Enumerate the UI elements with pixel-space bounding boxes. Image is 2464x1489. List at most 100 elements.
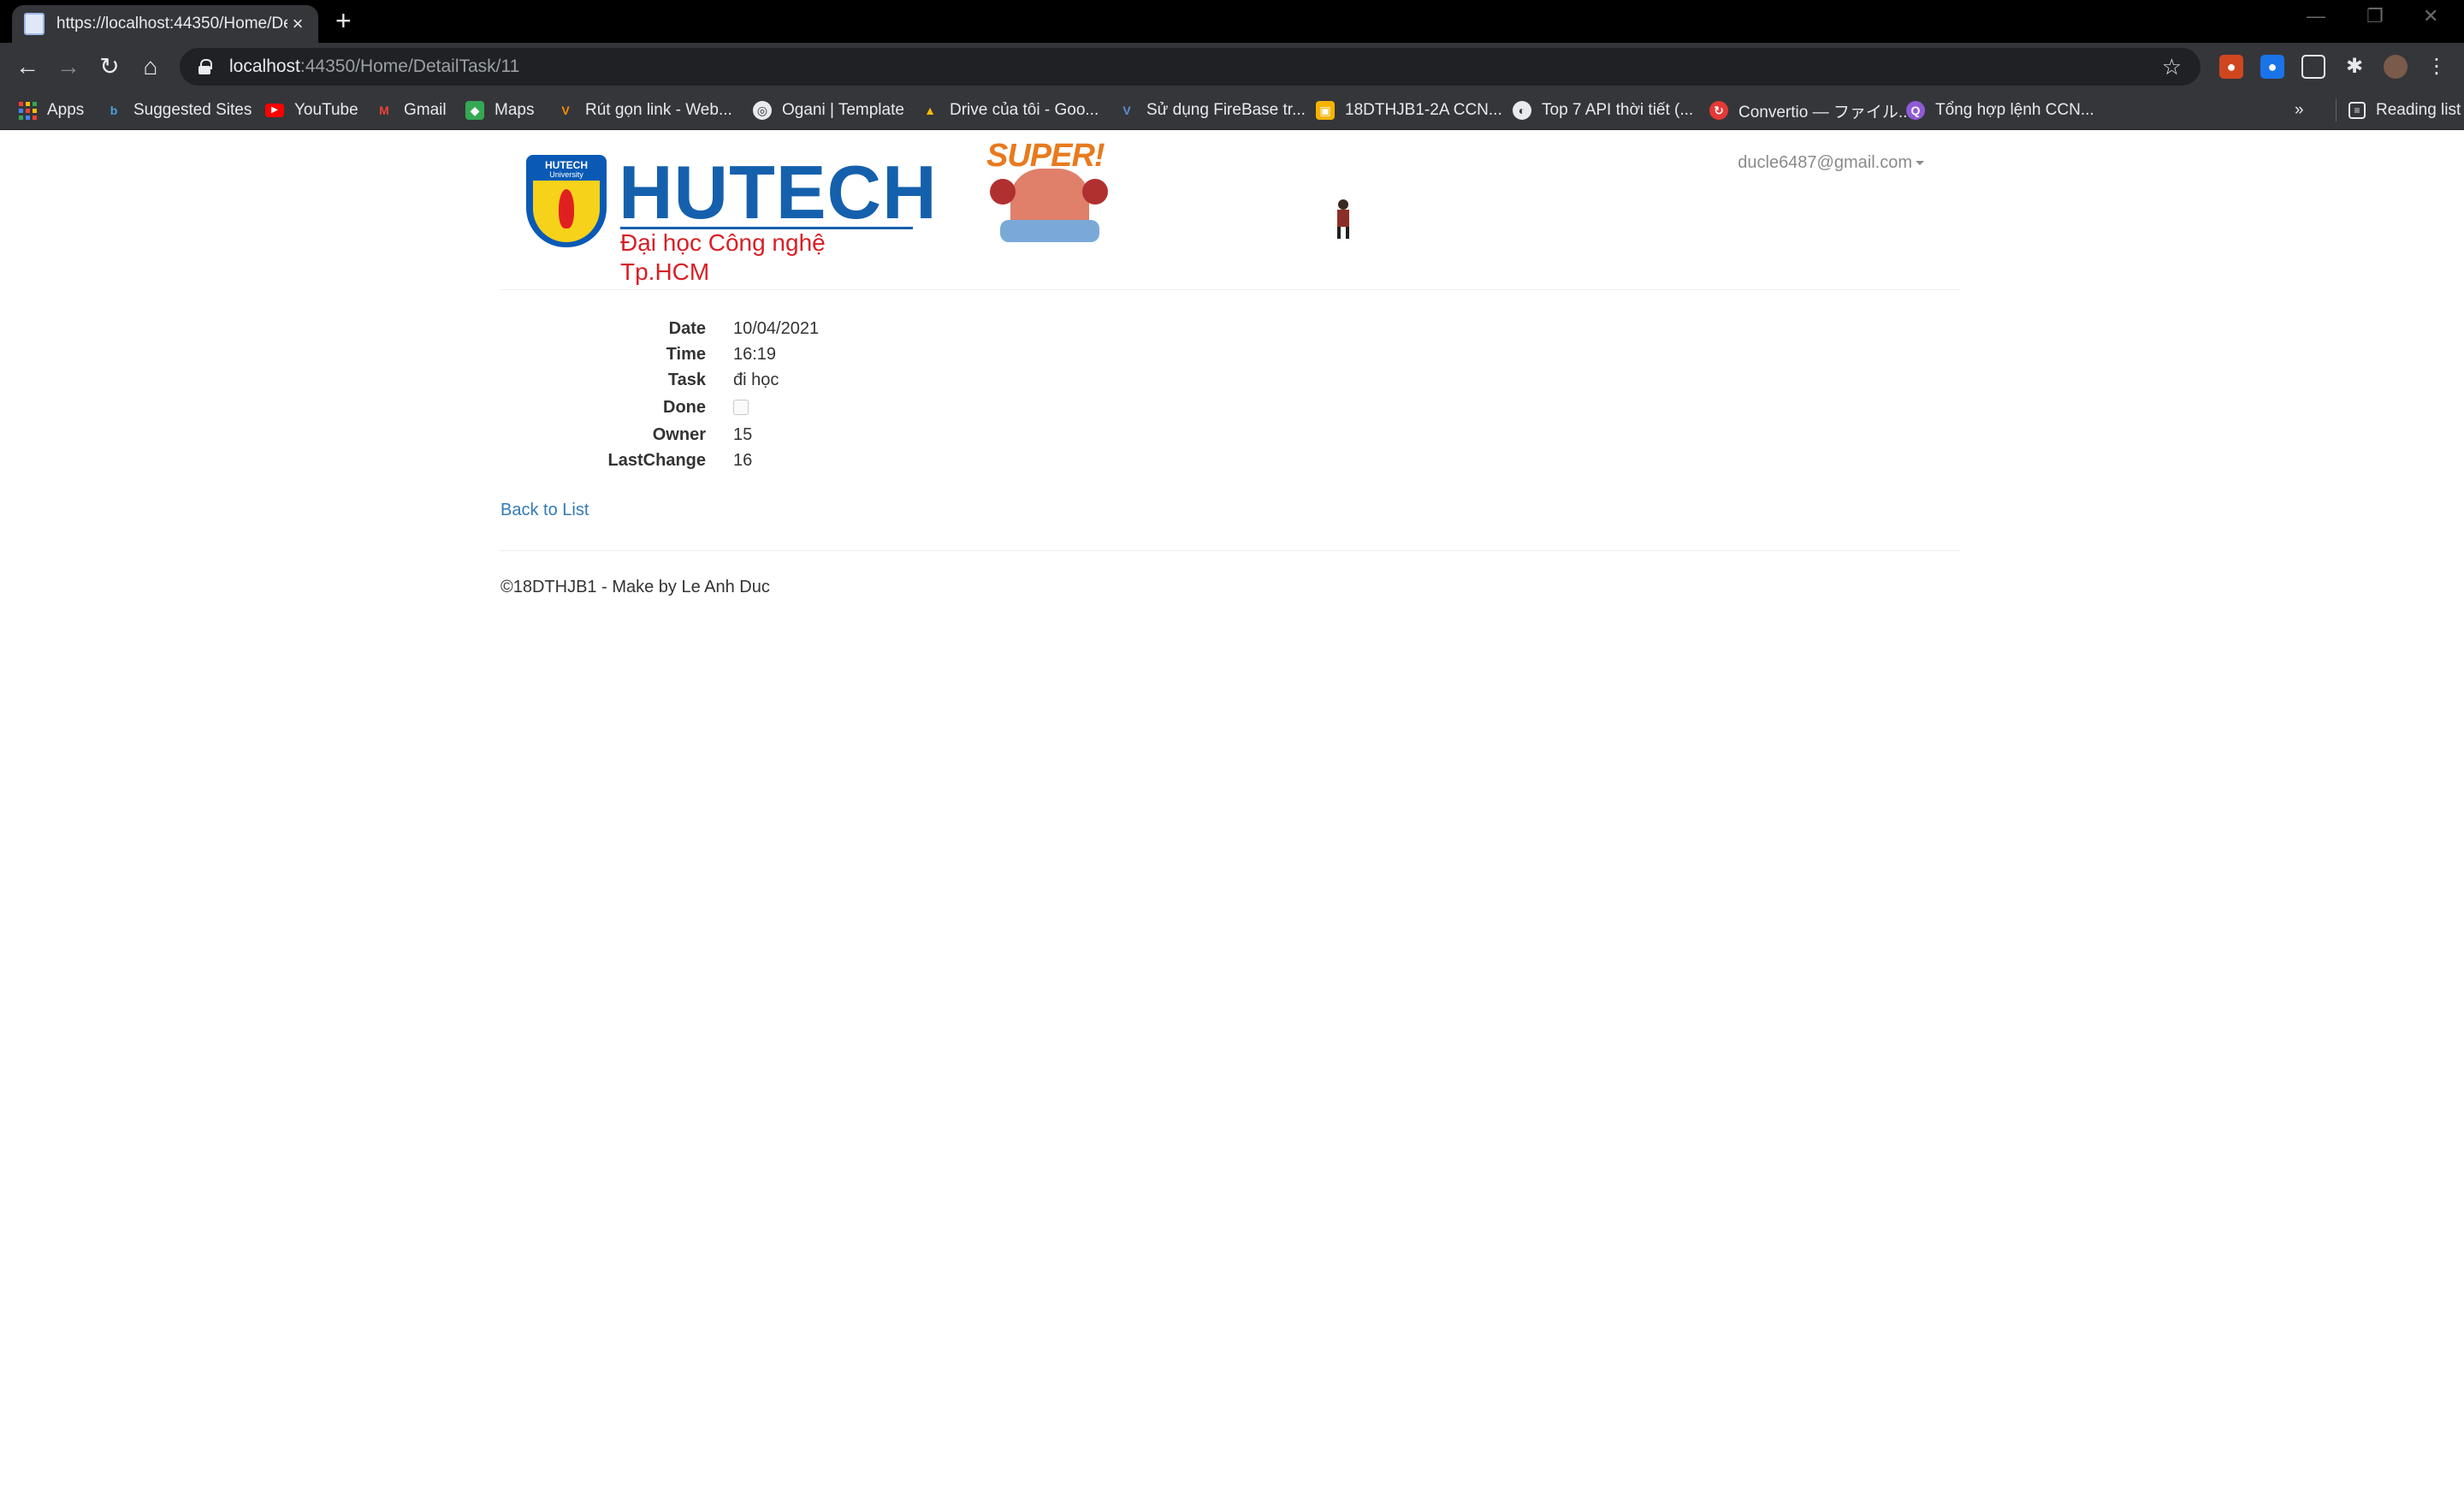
bookmark-label: 18DTHJB1-2A CCN... bbox=[1345, 101, 1502, 119]
bookmark-rut-gon-link[interactable]: V Rút gọn link - Web... bbox=[556, 99, 732, 122]
page-viewport: HUTECH University HUTECH Đại học Công ng… bbox=[0, 131, 2464, 1489]
bookmark-youtube[interactable]: ▶ YouTube bbox=[265, 99, 358, 122]
browser-toolbar: ← → ↻ ⌂ localhost :44350/Home/DetailTask… bbox=[0, 43, 2464, 91]
bookmarks-overflow-button[interactable]: » bbox=[2295, 99, 2304, 122]
user-email: ducle6487@gmail.com bbox=[1738, 153, 1912, 172]
apps-grid-icon bbox=[19, 101, 37, 120]
header-divider bbox=[500, 289, 1960, 290]
convertio-icon: ↻ bbox=[1709, 101, 1728, 120]
overflow-chevron-icon: » bbox=[2295, 101, 2304, 119]
extension-fox-icon[interactable]: ● bbox=[2219, 55, 2243, 79]
restore-window-icon[interactable]: ❐ bbox=[2366, 5, 2384, 27]
bing-icon: b bbox=[110, 104, 118, 117]
user-account-dropdown[interactable]: ducle6487@gmail.com bbox=[1738, 153, 1924, 173]
detail-row-task: Task đi học bbox=[500, 367, 1099, 393]
reading-list-icon: ≡ bbox=[2348, 102, 2366, 119]
bookmark-tong-hop-lenh[interactable]: Q Tổng hợp lệnh CCN... bbox=[1906, 99, 2094, 122]
detail-value: 10/04/2021 bbox=[733, 318, 820, 338]
extension-drop-icon[interactable]: ● bbox=[2260, 55, 2284, 79]
extension-window-icon[interactable] bbox=[2301, 55, 2325, 79]
bookmark-label: Sử dụng FireBase tr... bbox=[1146, 101, 1306, 119]
drive-icon: ▲ bbox=[924, 104, 936, 117]
bookmark-top-7-api[interactable]: ◐ Top 7 API thời tiết (... bbox=[1513, 99, 1693, 122]
super-cartoon-image: SUPER! bbox=[986, 138, 1113, 247]
maps-icon: ◆ bbox=[465, 101, 484, 120]
bookmark-drive[interactable]: ▲ Drive của tôi - Goo... bbox=[921, 99, 1099, 122]
detail-label: Date bbox=[668, 318, 706, 338]
bookmarks-bar: Apps b Suggested Sites ▶ YouTube M Gmail… bbox=[0, 91, 2464, 130]
detail-value: đi học bbox=[733, 370, 779, 389]
bookmark-firebase[interactable]: V Sử dụng FireBase tr... bbox=[1117, 99, 1306, 122]
bookmark-label: Tổng hợp lệnh CCN... bbox=[1935, 101, 2094, 119]
detail-row-date: Date 10/04/2021 bbox=[500, 316, 1099, 341]
reload-icon[interactable]: ↻ bbox=[94, 51, 125, 82]
detail-label: Time bbox=[666, 344, 706, 364]
bookmark-ogani[interactable]: ◎ Ogani | Template bbox=[753, 99, 904, 122]
home-icon[interactable]: ⌂ bbox=[135, 51, 166, 82]
shield-logo-icon: HUTECH University bbox=[526, 155, 607, 247]
tab-strip: https://localhost:44350/Home/DetailTask/… bbox=[0, 0, 2464, 43]
back-arrow-icon[interactable]: ← bbox=[12, 51, 43, 82]
bookmark-label: Drive của tôi - Goo... bbox=[950, 101, 1099, 119]
bookmark-label: Ogani | Template bbox=[782, 101, 904, 119]
task-details-list: Date 10/04/2021 Time 16:19 Task đi học D… bbox=[500, 316, 1099, 473]
v-logo-icon: V bbox=[1122, 104, 1131, 117]
bookmark-gmail[interactable]: M Gmail bbox=[375, 99, 446, 122]
detail-label: Done bbox=[663, 397, 706, 417]
tab-title: https://localhost:44350/Home/DetailTask/… bbox=[56, 15, 287, 33]
detail-value: 16 bbox=[733, 450, 753, 470]
detail-label: LastChange bbox=[607, 450, 706, 470]
bookmark-label: Apps bbox=[47, 101, 85, 119]
new-tab-button[interactable]: + bbox=[335, 5, 352, 36]
content-container: HUTECH University HUTECH Đại học Công ng… bbox=[500, 131, 1960, 1489]
bookmark-label: Maps bbox=[495, 101, 535, 119]
bookmark-star-icon[interactable]: ☆ bbox=[2162, 54, 2182, 80]
bookmark-label: Convertio — ファイル... bbox=[1738, 103, 1912, 122]
circle-logo-icon: ◐ bbox=[1513, 101, 1531, 120]
url-host: localhost bbox=[229, 56, 300, 76]
close-window-icon[interactable]: ✕ bbox=[2423, 5, 2438, 27]
detail-value: 16:19 bbox=[733, 344, 777, 364]
profile-avatar[interactable] bbox=[2384, 55, 2408, 79]
reading-list-label: Reading list bbox=[2376, 101, 2461, 119]
logo-title: HUTECH bbox=[619, 150, 938, 234]
bookmark-label: Suggested Sites bbox=[133, 101, 252, 119]
bookmark-label: Top 7 API thời tiết (... bbox=[1542, 101, 1694, 119]
back-to-list-link[interactable]: Back to List bbox=[500, 501, 589, 520]
bookmark-suggested-sites[interactable]: b Suggested Sites bbox=[104, 99, 252, 122]
lock-icon[interactable] bbox=[198, 59, 212, 74]
url-path: :44350/Home/DetailTask/11 bbox=[299, 56, 520, 76]
detail-row-lastchange: LastChange 16 bbox=[500, 448, 1099, 473]
torch-flame-icon bbox=[559, 189, 574, 228]
bookmark-apps[interactable]: Apps bbox=[19, 99, 84, 122]
bookmark-classroom[interactable]: ▣ 18DTHJB1-2A CCN... bbox=[1316, 99, 1502, 122]
gmail-icon: M bbox=[379, 104, 389, 117]
footer-copyright: ©18DTHJB1 - Make by Le Anh Duc bbox=[500, 578, 770, 596]
reading-list-button[interactable]: ≡ Reading list bbox=[2336, 99, 2461, 122]
minimize-window-icon[interactable]: — bbox=[2307, 5, 2325, 27]
browser-tab[interactable]: https://localhost:44350/Home/DetailTask/… bbox=[12, 5, 318, 43]
v-logo-icon: V bbox=[561, 104, 570, 117]
bookmark-convertio[interactable]: ↻ Convertio — ファイル... bbox=[1709, 99, 1912, 122]
page-favicon-icon bbox=[24, 13, 44, 35]
done-checkbox bbox=[733, 400, 749, 415]
detail-row-owner: Owner 15 bbox=[500, 422, 1099, 448]
detail-row-time: Time 16:19 bbox=[500, 341, 1099, 367]
detail-value: 15 bbox=[733, 424, 753, 444]
caret-down-icon bbox=[1916, 161, 1924, 165]
address-bar[interactable]: localhost :44350/Home/DetailTask/11 ☆ bbox=[180, 48, 2200, 86]
footer-divider bbox=[500, 550, 1960, 551]
bookmark-label: YouTube bbox=[294, 101, 358, 119]
classroom-icon: ▣ bbox=[1316, 101, 1335, 120]
logo-subtitle: Đại học Công nghệ Tp.HCM bbox=[620, 229, 826, 285]
hutech-logo[interactable]: HUTECH University HUTECH Đại học Công ng… bbox=[526, 151, 937, 285]
bookmark-maps[interactable]: ◆ Maps bbox=[465, 99, 534, 122]
forward-arrow-icon[interactable]: → bbox=[53, 51, 84, 82]
bookmark-label: Rút gọn link - Web... bbox=[585, 101, 732, 119]
globe-icon: ◎ bbox=[753, 101, 772, 120]
extensions-puzzle-icon[interactable]: ✱ bbox=[2343, 55, 2366, 79]
super-caption: SUPER! bbox=[986, 138, 1105, 174]
tab-close-icon[interactable]: × bbox=[289, 13, 306, 35]
menu-kebab-icon[interactable]: ⋮ bbox=[2425, 55, 2449, 79]
youtube-icon: ▶ bbox=[265, 104, 284, 117]
